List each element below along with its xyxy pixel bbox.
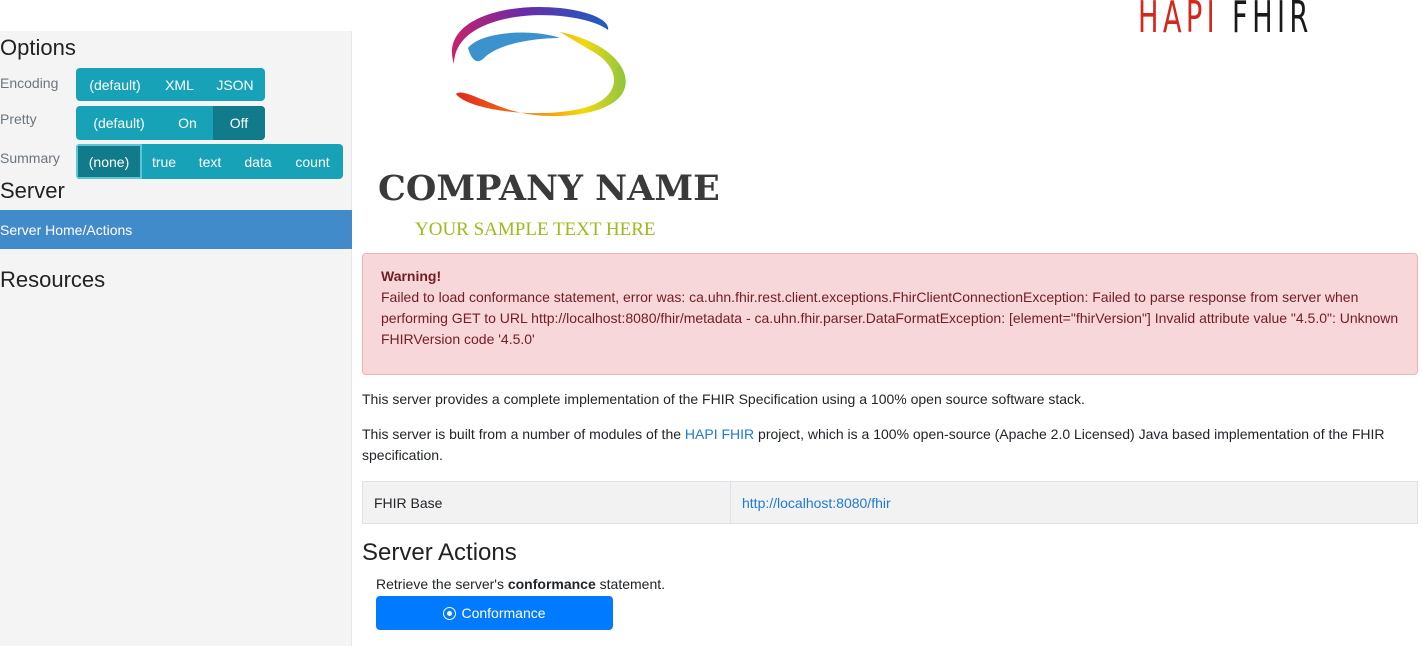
- summary-data-button[interactable]: data: [234, 144, 282, 179]
- encoding-button-group: (default) XML JSON: [76, 68, 265, 101]
- pretty-button-group: (default) On Off: [76, 106, 265, 140]
- company-name: COMPANY NAME: [378, 168, 720, 209]
- desc-text-before: Retrieve the server's: [376, 576, 508, 592]
- hapi-logo-text: HAPI: [1138, 0, 1220, 43]
- summary-button-group: (none) true text data count: [76, 144, 343, 179]
- intro-paragraph-2: This server is built from a number of mo…: [362, 424, 1418, 466]
- encoding-json-button[interactable]: JSON: [205, 68, 265, 101]
- summary-none-button[interactable]: (none): [76, 144, 142, 179]
- resources-heading: Resources: [0, 267, 106, 292]
- pretty-off-button[interactable]: Off: [213, 106, 265, 140]
- intro-text-before: This server is built from a number of mo…: [362, 426, 685, 442]
- encoding-default-button[interactable]: (default): [76, 68, 154, 101]
- options-heading: Options: [0, 35, 76, 60]
- encoding-label: Encoding: [0, 75, 59, 91]
- encoding-xml-button[interactable]: XML: [154, 68, 205, 101]
- alert-message: Failed to load conformance statement, er…: [381, 289, 1399, 347]
- summary-count-button[interactable]: count: [282, 144, 343, 179]
- summary-label: Summary: [0, 150, 60, 166]
- warning-alert: Warning! Failed to load conformance stat…: [362, 253, 1418, 375]
- desc-text-bold: conformance: [507, 576, 596, 592]
- pretty-on-button[interactable]: On: [162, 106, 213, 140]
- intro-paragraph-1: This server provides a complete implemen…: [362, 391, 1085, 407]
- conformance-button[interactable]: Conformance: [376, 596, 613, 630]
- company-tagline: YOUR SAMPLE TEXT HERE: [415, 219, 656, 240]
- company-logo-swirl: [451, 6, 626, 117]
- desc-text-after: statement.: [595, 576, 666, 592]
- hapi-fhir-link[interactable]: HAPI FHIR: [685, 426, 754, 442]
- dot-circle-icon: [443, 606, 457, 620]
- conformance-button-label: Conformance: [461, 605, 546, 621]
- hapi-fhir-logo: HAPI FHIR: [1138, 0, 1313, 43]
- fhir-base-label: FHIR Base: [363, 482, 731, 523]
- server-heading: Server: [0, 178, 65, 203]
- summary-true-button[interactable]: true: [142, 144, 186, 179]
- conformance-description: Retrieve the server's conformance statem…: [376, 576, 665, 592]
- pretty-label: Pretty: [0, 111, 37, 127]
- pretty-default-button[interactable]: (default): [76, 106, 162, 140]
- server-actions-heading: Server Actions: [362, 539, 517, 566]
- sidebar-item-server-home[interactable]: Server Home/Actions: [0, 210, 352, 249]
- fhir-base-link[interactable]: http://localhost:8080/fhir: [742, 495, 891, 511]
- alert-title: Warning!: [381, 268, 442, 284]
- summary-text-button[interactable]: text: [186, 144, 234, 179]
- fhir-logo-text: FHIR: [1232, 0, 1313, 43]
- server-info-table: FHIR Base http://localhost:8080/fhir: [362, 481, 1418, 524]
